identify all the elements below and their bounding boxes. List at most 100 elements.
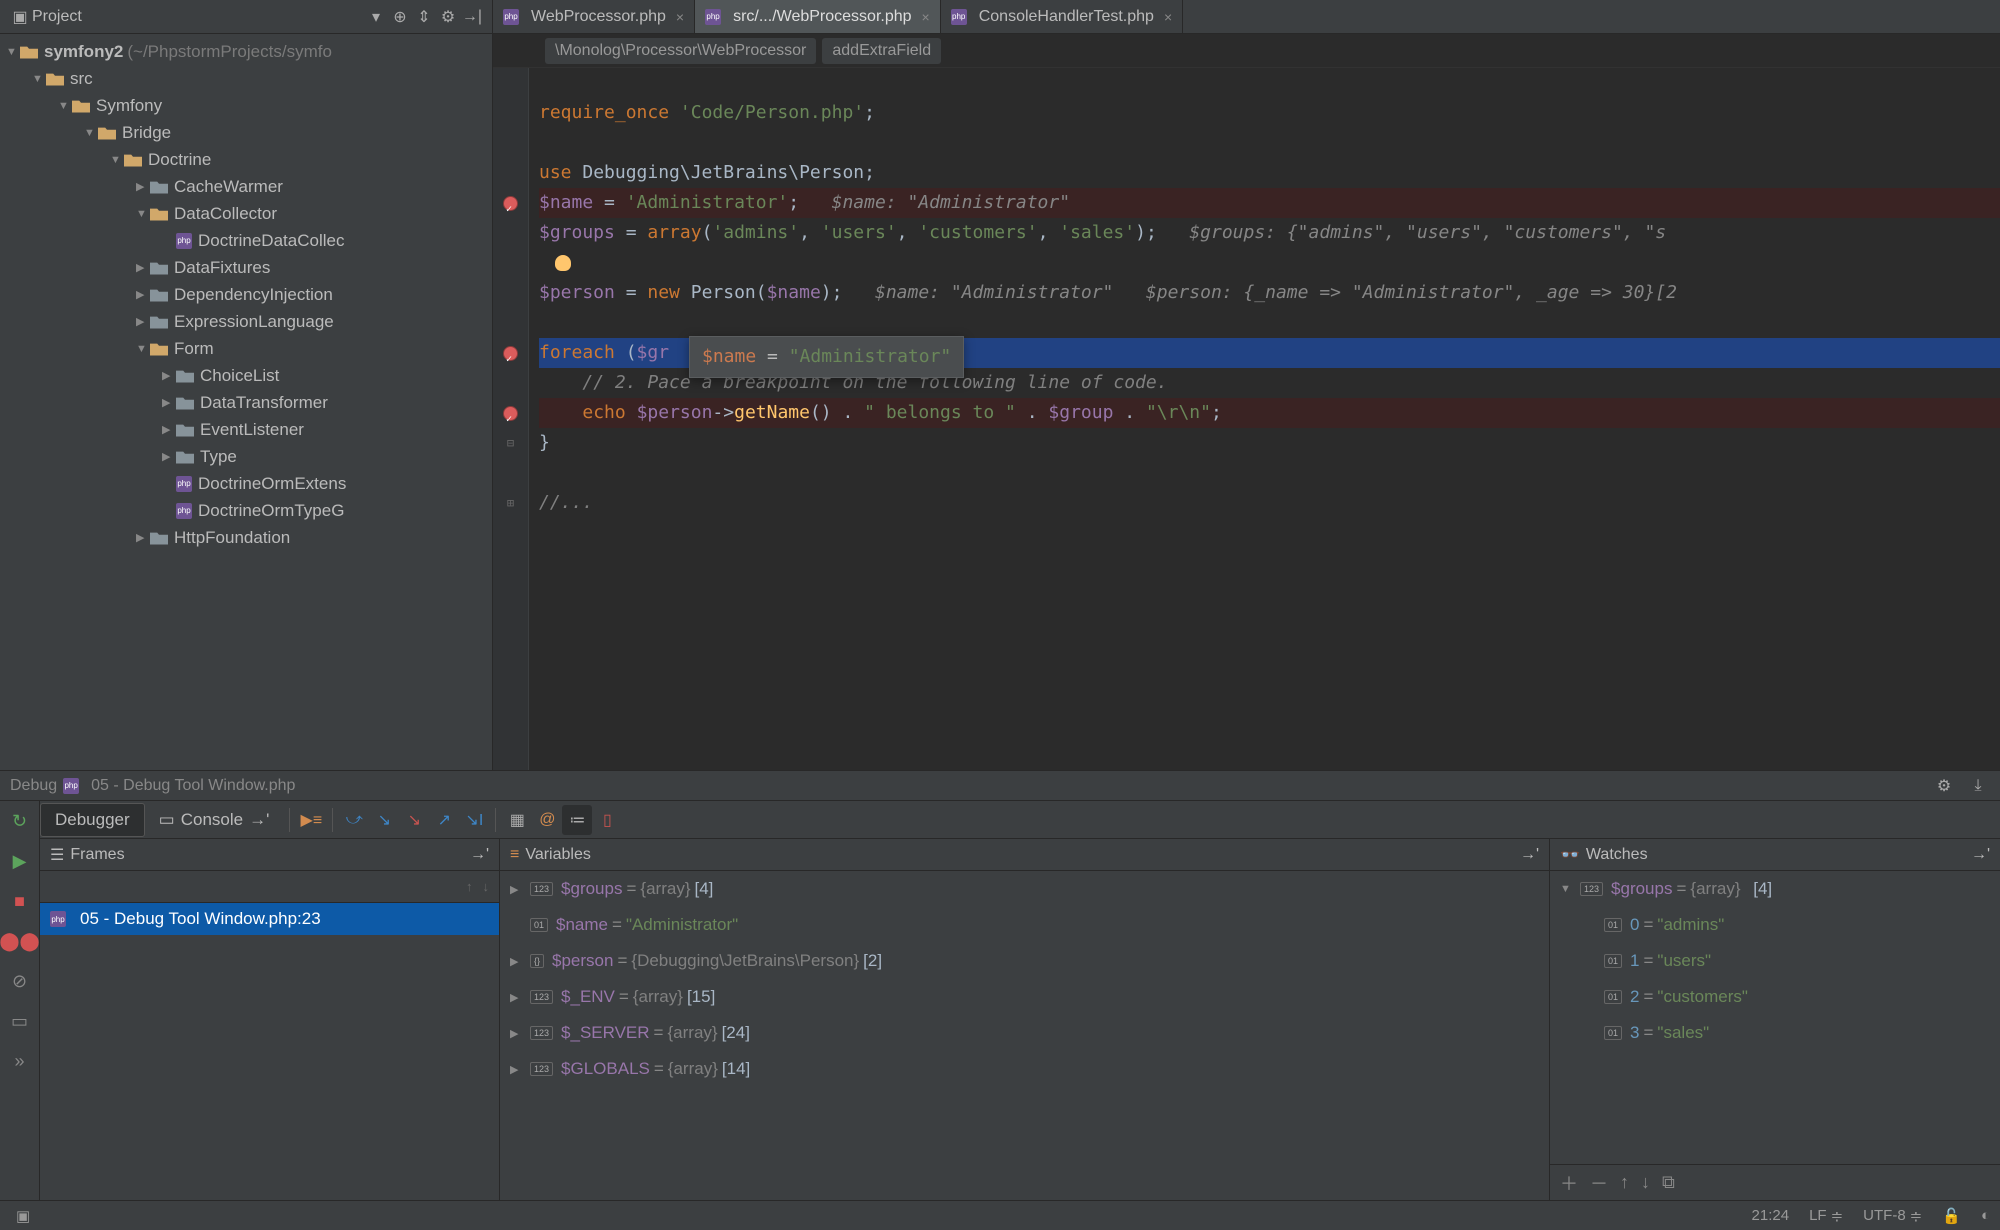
intention-bulb-icon[interactable] xyxy=(555,255,571,271)
frame-up-button[interactable]: ↑ xyxy=(466,879,473,894)
more-button[interactable]: » xyxy=(0,1041,39,1081)
breakpoint-icon[interactable] xyxy=(503,406,518,421)
layout-button[interactable]: ≔ xyxy=(562,805,592,835)
evaluate-button[interactable]: ▦ xyxy=(502,805,532,835)
variable-row[interactable]: ▶123$_ENV = {array} [15] xyxy=(500,979,1549,1015)
tree-item[interactable]: ▶Type xyxy=(0,443,492,470)
resume-button[interactable]: ▶ xyxy=(0,841,39,881)
tree-item[interactable]: ▶ChoiceList xyxy=(0,362,492,389)
watch-child-row[interactable]: 011 = "users" xyxy=(1550,943,2000,979)
folder-icon xyxy=(150,288,168,302)
fold-icon[interactable]: ⊞ xyxy=(507,488,514,518)
show-exec-point-button[interactable]: ▶≡ xyxy=(296,805,326,835)
force-step-into-button[interactable]: ↘ xyxy=(399,805,429,835)
tree-item[interactable]: ▶CacheWarmer xyxy=(0,173,492,200)
step-over-button[interactable]: ⤻ xyxy=(339,805,369,835)
watch-row[interactable]: ▼ 123 $groups = {array} [4] xyxy=(1550,871,2000,907)
breadcrumb-item[interactable]: \Monolog\Processor\WebProcessor xyxy=(545,38,816,64)
folder-icon xyxy=(150,342,168,356)
locate-icon[interactable]: ⊕ xyxy=(388,5,412,29)
variable-row[interactable]: 01$name = "Administrator" xyxy=(500,907,1549,943)
variable-row[interactable]: ▶123$GLOBALS = {array} [14] xyxy=(500,1051,1549,1087)
stop-button[interactable]: ■ xyxy=(0,881,39,921)
breadcrumb-item[interactable]: addExtraField xyxy=(822,38,941,64)
tree-item[interactable]: phpDoctrineOrmExtens xyxy=(0,470,492,497)
watch-down-button[interactable]: ↓ xyxy=(1641,1172,1650,1193)
folder-icon xyxy=(150,531,168,545)
debug-toolbar: Debugger ▭ Console →' ▶≡ ⤻ ↘ ↘ ↗ ↘I ▦ @ … xyxy=(40,801,2000,839)
breakpoints-button[interactable]: ⬤⬤ xyxy=(0,921,39,961)
variable-row[interactable]: ▶{}$person = {Debugging\JetBrains\Person… xyxy=(500,943,1549,979)
debugger-tab[interactable]: Debugger xyxy=(40,803,145,837)
tree-item[interactable]: phpDoctrineOrmTypeG xyxy=(0,497,492,524)
folder-icon xyxy=(150,261,168,275)
gear-icon[interactable]: ⚙ xyxy=(1932,774,1956,798)
tree-item[interactable]: ▼Symfony xyxy=(0,92,492,119)
pin-icon[interactable]: →' xyxy=(1520,846,1539,864)
hide-icon[interactable]: →| xyxy=(460,5,484,29)
tree-item[interactable]: ▼DataCollector xyxy=(0,200,492,227)
mute-button[interactable]: ⊘ xyxy=(0,961,39,1001)
remove-watch-button[interactable]: － xyxy=(1590,1170,1608,1196)
gutter[interactable]: ⊟ ⊞ xyxy=(493,68,529,770)
gear-icon[interactable]: ⚙ xyxy=(436,5,460,29)
tree-item[interactable]: ▶DataFixtures xyxy=(0,254,492,281)
close-icon[interactable]: × xyxy=(676,9,684,25)
duplicate-watch-button[interactable]: ⧉ xyxy=(1662,1172,1675,1193)
dropdown-icon[interactable]: ▾ xyxy=(364,5,388,29)
tree-item[interactable]: ▼Bridge xyxy=(0,119,492,146)
watch-up-button[interactable]: ↑ xyxy=(1620,1172,1629,1193)
console-icon: ▭ xyxy=(159,810,175,830)
watch-child-row[interactable]: 012 = "customers" xyxy=(1550,979,2000,1015)
variable-row[interactable]: ▶123$_SERVER = {array} [24] xyxy=(500,1015,1549,1051)
tree-item[interactable]: ▼src xyxy=(0,65,492,92)
folder-icon xyxy=(150,315,168,329)
frame-down-button[interactable]: ↓ xyxy=(483,879,490,894)
hide-icon[interactable]: ⤓ xyxy=(1966,774,1990,798)
variable-row[interactable]: ▶123$groups = {array} [4] xyxy=(500,871,1549,907)
tool-window-icon[interactable]: ▣ xyxy=(16,1207,30,1225)
project-tree: ▼ symfony2 (~/PhpstormProjects/symfo ▼sr… xyxy=(0,34,492,770)
watch-child-row[interactable]: 010 = "admins" xyxy=(1550,907,2000,943)
pin-icon[interactable]: →' xyxy=(470,846,489,864)
at-button[interactable]: @ xyxy=(532,805,562,835)
frame-row[interactable]: php 05 - Debug Tool Window.php:23 xyxy=(40,903,499,935)
code-editor[interactable]: ⊟ ⊞ require_once 'Code/Person.php'; use … xyxy=(493,68,2000,770)
caret-position[interactable]: 21:24 xyxy=(1752,1207,1790,1224)
tree-item[interactable]: ▶HttpFoundation xyxy=(0,524,492,551)
collapse-icon[interactable]: ⇕ xyxy=(412,5,436,29)
tree-root[interactable]: ▼ symfony2 (~/PhpstormProjects/symfo xyxy=(0,38,492,65)
settings-button[interactable]: ▭ xyxy=(0,1001,39,1041)
encoding[interactable]: UTF-8≑ xyxy=(1863,1207,1922,1225)
restore-layout-button[interactable]: ▯ xyxy=(592,805,622,835)
tree-item[interactable]: phpDoctrineDataCollec xyxy=(0,227,492,254)
tree-item[interactable]: ▼Form xyxy=(0,335,492,362)
php-file-icon: php xyxy=(503,9,519,25)
close-icon[interactable]: × xyxy=(922,9,930,25)
console-tab[interactable]: ▭ Console →' xyxy=(145,804,284,836)
debug-panel: Debug php 05 - Debug Tool Window.php ⚙ ⤓… xyxy=(0,770,2000,1200)
rerun-button[interactable]: ↻ xyxy=(0,801,39,841)
breakpoint-icon[interactable] xyxy=(503,346,518,361)
tree-item[interactable]: ▶EventListener xyxy=(0,416,492,443)
pin-icon[interactable]: →' xyxy=(1971,846,1990,864)
lock-icon[interactable]: 🔓 xyxy=(1942,1207,1961,1225)
step-into-button[interactable]: ↘ xyxy=(369,805,399,835)
line-ending[interactable]: LF≑ xyxy=(1809,1207,1843,1225)
close-icon[interactable]: × xyxy=(1164,9,1172,25)
editor-tab[interactable]: phpWebProcessor.php× xyxy=(493,0,695,33)
editor-tab[interactable]: phpsrc/.../WebProcessor.php× xyxy=(695,0,941,33)
breakpoint-icon[interactable] xyxy=(503,196,518,211)
project-title[interactable]: Project xyxy=(32,8,364,26)
tree-item[interactable]: ▶ExpressionLanguage xyxy=(0,308,492,335)
inspect-icon[interactable]: ◐ xyxy=(1981,1207,1990,1224)
run-to-cursor-button[interactable]: ↘I xyxy=(459,805,489,835)
project-view-icon[interactable]: ▣ xyxy=(8,5,32,29)
editor-tab[interactable]: phpConsoleHandlerTest.php× xyxy=(941,0,1183,33)
watch-child-row[interactable]: 013 = "sales" xyxy=(1550,1015,2000,1051)
tree-item[interactable]: ▶DependencyInjection xyxy=(0,281,492,308)
step-out-button[interactable]: ↗ xyxy=(429,805,459,835)
tree-item[interactable]: ▼Doctrine xyxy=(0,146,492,173)
add-watch-button[interactable]: ＋ xyxy=(1560,1170,1578,1196)
tree-item[interactable]: ▶DataTransformer xyxy=(0,389,492,416)
